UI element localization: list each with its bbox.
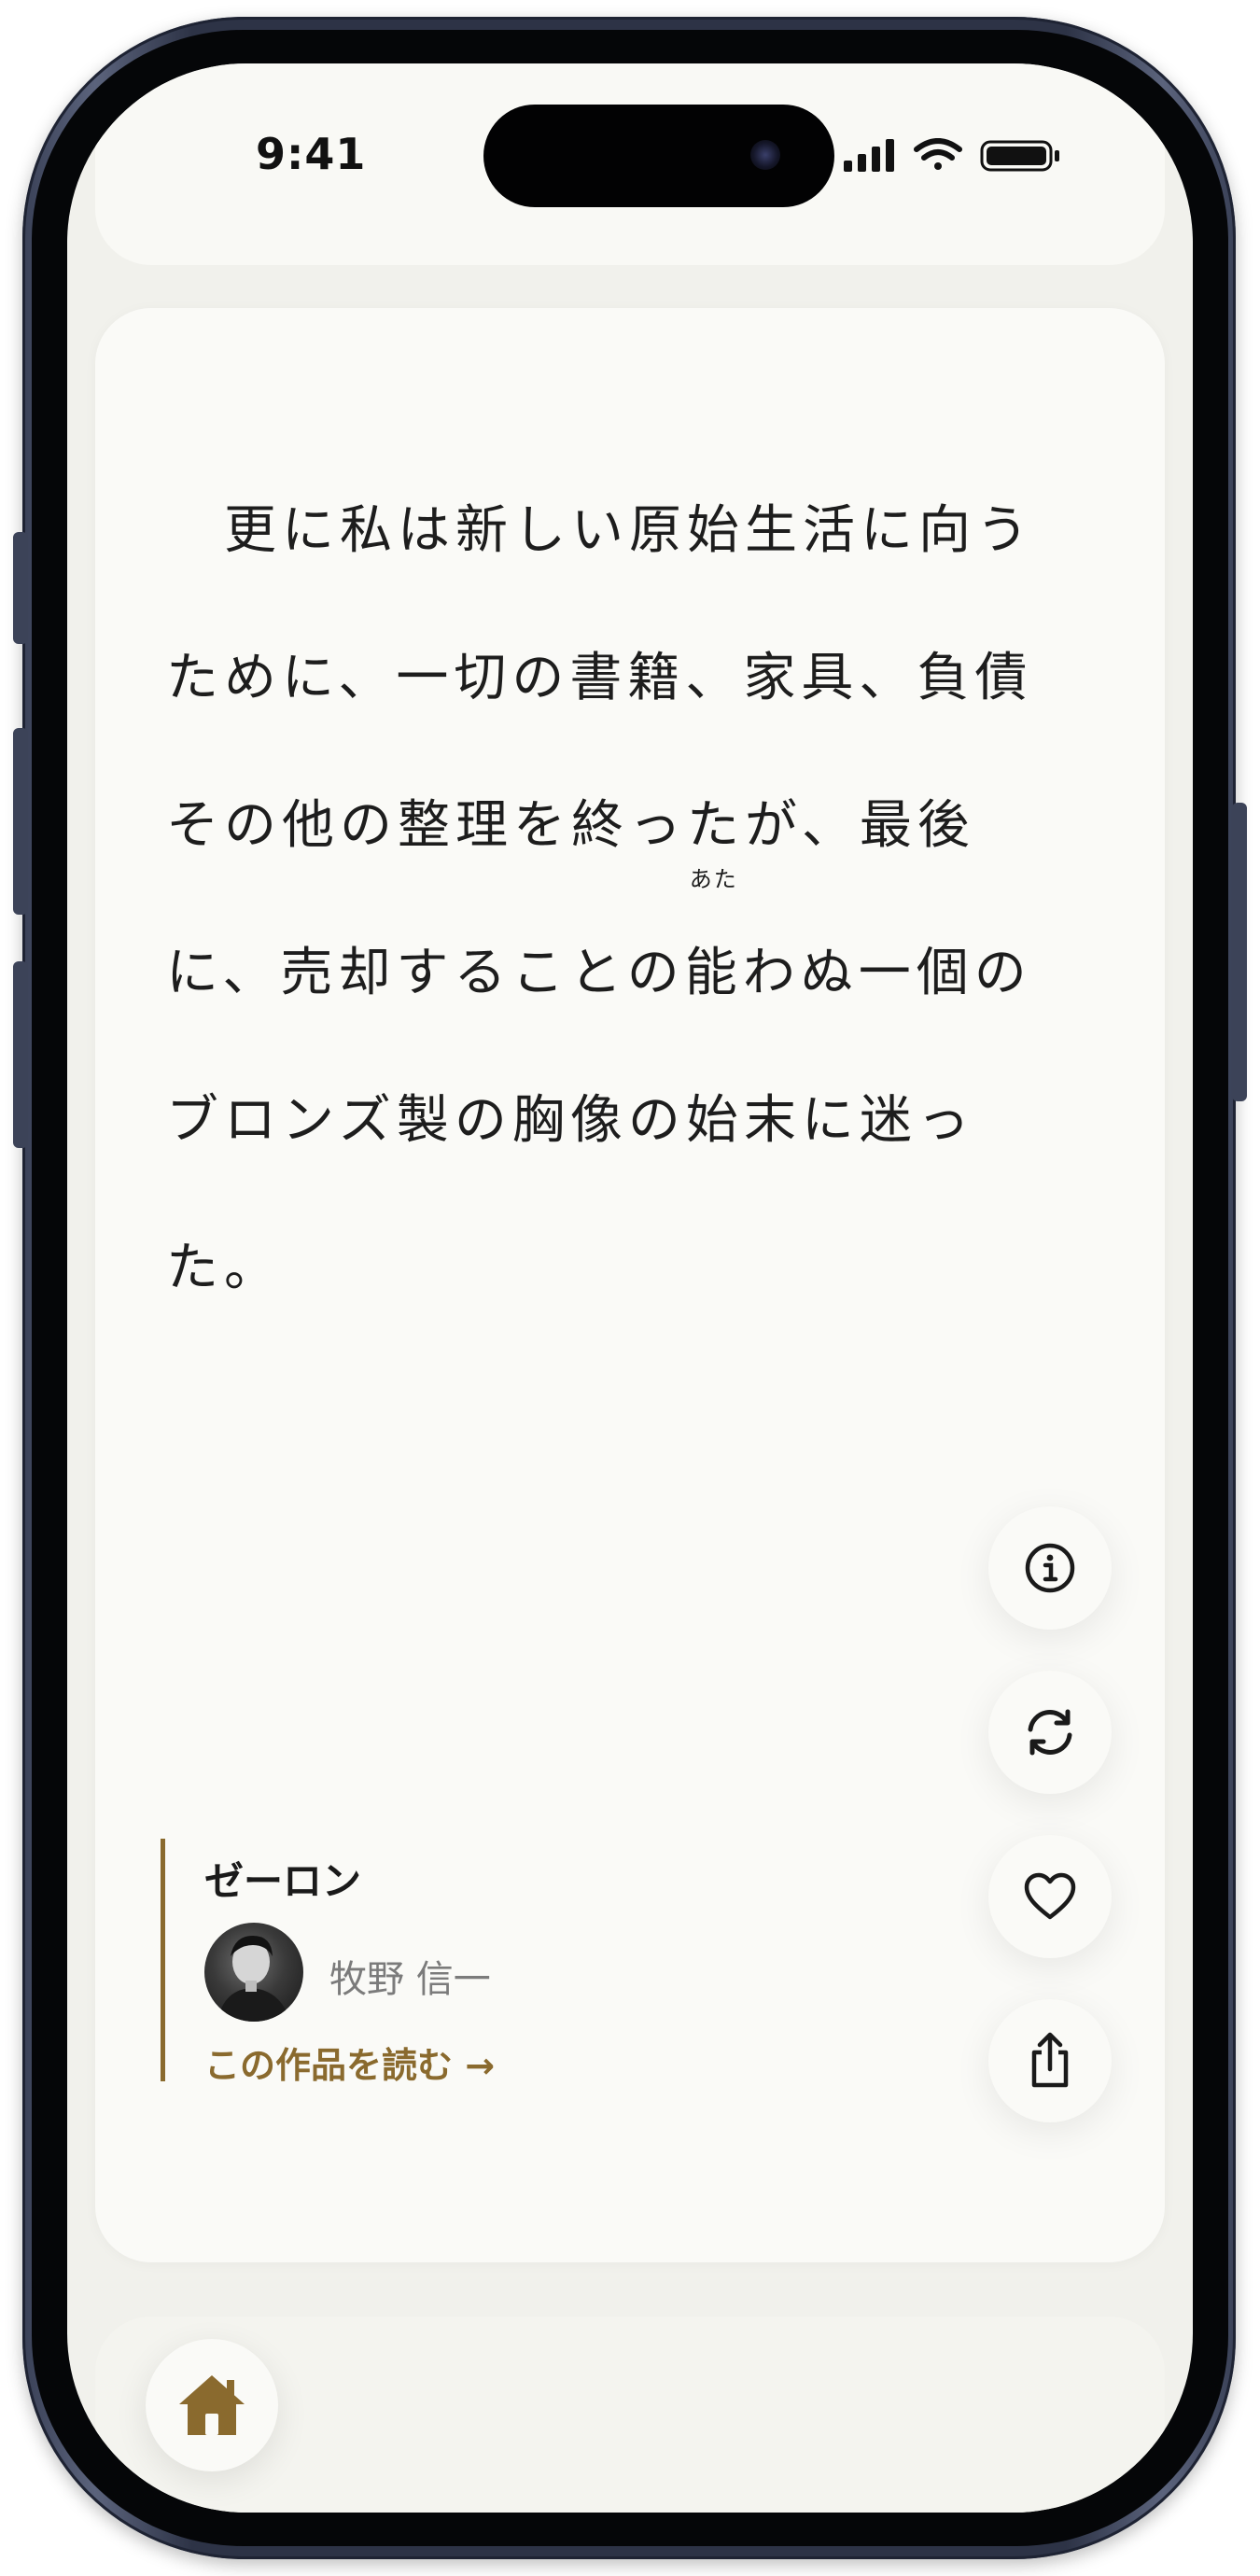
heart-icon bbox=[1024, 1872, 1076, 1920]
attribution-block: ゼーロン 牧野 信一 この作品を読む → bbox=[161, 1839, 683, 2086]
info-icon bbox=[1025, 1543, 1075, 1593]
home-icon bbox=[179, 2375, 245, 2435]
favorite-button[interactable] bbox=[988, 1835, 1112, 1958]
quote-card: 更に私は新しい原始生活に向う ために、一切の書籍、家具、負債 その他の整理を終っ… bbox=[95, 308, 1165, 2262]
quote-line: 更に私は新しい原始生活に向う bbox=[166, 500, 1034, 561]
action-button bbox=[13, 532, 28, 644]
wifi-icon bbox=[914, 138, 962, 170]
status-time: 9:41 bbox=[256, 129, 367, 179]
quote-text: 更に私は新しい原始生活に向う ために、一切の書籍、家具、負債 その他の整理を終っ… bbox=[166, 457, 1109, 1342]
ruby-annotation: あた能 bbox=[684, 868, 743, 1047]
power-button bbox=[1232, 803, 1247, 1101]
quote-line: わぬ一個の bbox=[742, 943, 1032, 1003]
quote-line: ブロンズ製の胸像の始末に迷っ bbox=[166, 1090, 975, 1151]
quote-line: ために、一切の書籍、家具、負債 bbox=[166, 648, 1033, 708]
status-icons bbox=[844, 138, 1059, 172]
refresh-icon bbox=[1028, 1709, 1072, 1756]
author-avatar bbox=[204, 1923, 303, 2022]
volume-up-button bbox=[13, 728, 28, 915]
ruby-base: 能 bbox=[684, 943, 743, 1003]
read-work-link[interactable]: この作品を読む → bbox=[204, 2037, 495, 2088]
refresh-button[interactable] bbox=[988, 1671, 1112, 1794]
status-bar: 9:41 bbox=[95, 63, 1165, 265]
quote-line: その他の整理を終ったが、最後 bbox=[166, 795, 975, 856]
ruby-reading: あた bbox=[689, 866, 738, 892]
quote-line: た。 bbox=[166, 1238, 282, 1298]
author-name: 牧野 信一 bbox=[329, 1958, 491, 2001]
dynamic-island bbox=[483, 105, 834, 207]
quote-line: に、売却することの bbox=[166, 943, 685, 1003]
front-camera bbox=[750, 140, 780, 170]
work-title: ゼーロン bbox=[204, 1858, 362, 1904]
battery-icon bbox=[980, 140, 1059, 172]
screen: 9:41 更に私は新しい原始生活に向う ために、一切の書籍、家具、負債 その他の… bbox=[67, 63, 1193, 2513]
share-button[interactable] bbox=[988, 1999, 1112, 2122]
share-icon bbox=[1031, 2032, 1069, 2088]
volume-down-button bbox=[13, 961, 28, 1148]
info-button[interactable] bbox=[988, 1506, 1112, 1630]
cellular-signal-icon bbox=[844, 139, 894, 172]
home-button[interactable] bbox=[146, 2339, 278, 2471]
author-photo bbox=[217, 1936, 290, 2022]
